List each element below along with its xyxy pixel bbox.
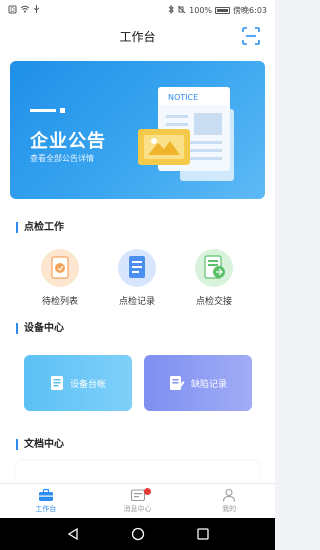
wifi-icon [20, 5, 30, 15]
status-bar: D 100% 傍晚6:03 [0, 0, 275, 20]
notification-icon: D [8, 5, 17, 16]
pending-list-icon [41, 249, 79, 287]
battery-icon [215, 6, 231, 14]
svg-text:D: D [10, 7, 15, 14]
tab-mine[interactable]: 我的 [183, 484, 275, 518]
ledger-icon [50, 376, 63, 390]
main-content: 企业公告 查看全部公告详情 NOTICE 点检工作 待检列表 点检记录 点检交接… [0, 52, 275, 483]
message-badge [143, 488, 151, 495]
notice-label: NOTICE [168, 93, 198, 102]
nav-back-button[interactable] [65, 526, 81, 542]
app-header: 工作台 [0, 20, 275, 52]
tab-label: 消息中心 [123, 505, 152, 513]
briefcase-icon [38, 488, 53, 501]
system-navbar [0, 518, 275, 550]
banner-dash-decoration [30, 109, 56, 112]
recents-square-icon [196, 528, 209, 540]
tab-workbench[interactable]: 工作台 [0, 484, 92, 518]
bluetooth-icon [168, 4, 174, 16]
status-time: 傍晚6:03 [233, 5, 267, 15]
device-card-label: 设备台帐 [69, 379, 106, 390]
inspection-record-icon [118, 249, 156, 287]
user-icon [223, 488, 236, 502]
usb-icon [33, 4, 40, 16]
scan-button[interactable] [241, 26, 261, 46]
nav-recents-button[interactable] [195, 526, 211, 542]
battery-percent: 100% [189, 5, 213, 15]
handover-icon [195, 249, 233, 287]
section-title-inspection: 点检工作 [16, 222, 64, 233]
nav-home-button[interactable] [130, 526, 146, 542]
func-label: 点检记录 [118, 297, 155, 307]
func-handover[interactable]: 点检交接 [184, 248, 244, 307]
device-card-label: 缺陷记录 [190, 379, 227, 390]
scan-icon [242, 27, 260, 45]
tab-messages[interactable]: 消息中心 [92, 484, 184, 518]
status-right: 100% 傍晚6:03 [168, 4, 267, 16]
announcement-banner[interactable]: 企业公告 查看全部公告详情 NOTICE [10, 61, 265, 199]
bottom-tabbar: 工作台 消息中心 我的 [0, 483, 275, 518]
doc-center-card[interactable] [16, 461, 259, 483]
section-title-device: 设备中心 [16, 323, 64, 334]
tab-label: 工作台 [35, 505, 57, 513]
func-label: 待检列表 [41, 297, 78, 307]
home-circle-icon [131, 527, 144, 541]
defect-record-card[interactable]: 缺陷记录 [144, 355, 252, 411]
section-title-docs: 文档中心 [16, 439, 64, 450]
device-ledger-card[interactable]: 设备台帐 [24, 355, 132, 411]
func-inspection-record[interactable]: 点检记录 [107, 248, 167, 307]
func-label: 点检交接 [195, 297, 232, 307]
status-left: D [8, 4, 40, 16]
back-triangle-icon [67, 527, 78, 541]
mute-icon [177, 5, 186, 16]
tab-label: 我的 [222, 505, 237, 513]
notice-illustration: NOTICE [138, 87, 234, 181]
page-title: 工作台 [119, 29, 156, 44]
banner-dot-decoration [60, 108, 65, 113]
banner-subtitle: 查看全部公告详情 [30, 154, 94, 163]
defect-record-icon [169, 376, 185, 390]
func-pending-list[interactable]: 待检列表 [30, 248, 90, 307]
banner-title: 企业公告 [30, 131, 106, 152]
